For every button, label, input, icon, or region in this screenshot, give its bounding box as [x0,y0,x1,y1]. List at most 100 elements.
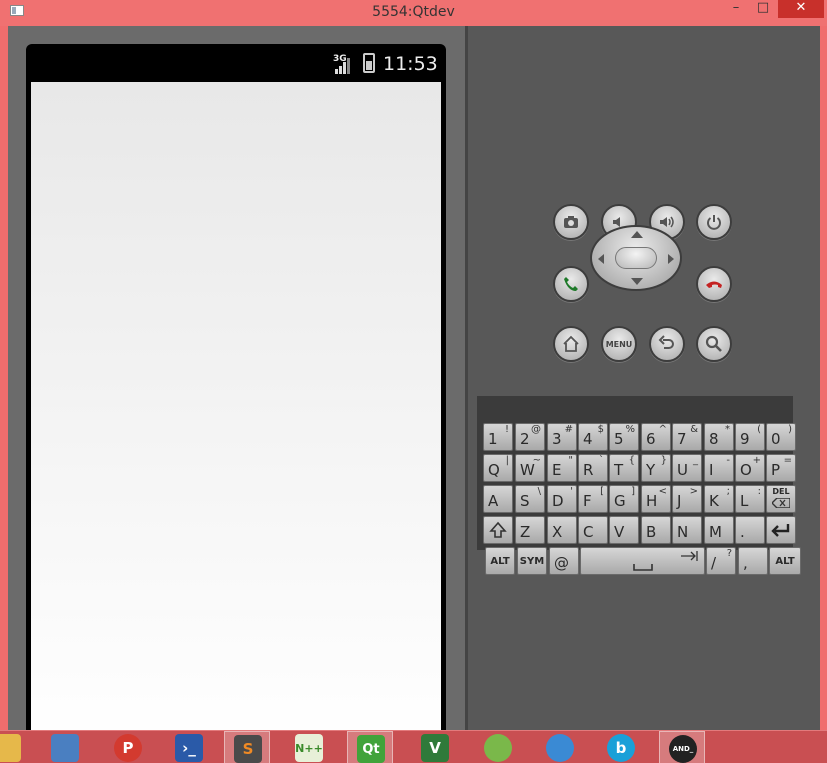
maximize-button[interactable]: □ [752,0,774,18]
taskbar-android-studio[interactable] [475,731,521,763]
taskbar-visual-studio[interactable]: V [412,731,458,763]
shift-icon [489,521,507,538]
call-button[interactable] [553,266,589,302]
device-pane: 3G 11:53 [8,26,465,744]
taskbar-qt-creator[interactable]: Qt [347,731,393,763]
key-7[interactable]: 7 & [672,423,702,451]
key-9[interactable]: 9( [735,423,765,451]
taskbar-file-explorer[interactable] [0,731,30,763]
status-bar: 3G 11:53 [26,44,446,82]
search-button[interactable] [696,326,732,362]
powershell-icon: ›_ [175,734,203,762]
home-button[interactable] [553,326,589,362]
end-call-icon [706,281,722,288]
key-8[interactable]: 8 * [704,423,734,451]
key-4[interactable]: 4 $ [578,423,608,451]
key-n[interactable]: N [672,516,702,544]
power-icon [707,215,721,230]
key-a[interactable]: A [483,485,513,513]
key-c[interactable]: C [578,516,608,544]
key-2[interactable]: 2 @ [515,423,545,451]
signal-icon [335,58,350,74]
taskbar-android-emulator[interactable]: AND_ [659,731,705,763]
key-1[interactable]: 1! [483,423,513,451]
key-s[interactable]: S \ [515,485,545,513]
device-screen[interactable] [31,82,441,744]
key-q[interactable]: Q | [483,454,513,482]
key-period[interactable]: . [735,516,765,544]
taskbar-virtualbox[interactable] [42,731,88,763]
hardware-keyboard: 1! 2 @ 3 # 4 $ 5% 6 ^ 7 & 8 * 9( 0) Q | W ~ E " R… [477,396,796,550]
end-call-button[interactable] [696,266,732,302]
phone-skin: 3G 11:53 [26,44,446,744]
emulator-client-area: 3G 11:53 [8,26,820,744]
key-z[interactable]: Z [515,516,545,544]
comma-key[interactable]: , [738,547,768,575]
menu-button[interactable]: MENU [601,326,637,362]
dpad-left-icon[interactable] [598,254,604,264]
globe-icon [546,734,574,762]
key-v[interactable]: V [609,516,639,544]
dpad-down-icon[interactable] [631,278,643,285]
alt-right-key[interactable]: ALT [769,547,801,575]
key-l[interactable]: L: [735,485,765,513]
phone-call-icon [564,277,578,291]
delete-key[interactable]: DEL [766,485,796,513]
key-d[interactable]: D ' [547,485,577,513]
visual-studio-icon: V [421,734,449,762]
delete-key-label: DEL [772,487,790,496]
power-button[interactable] [696,204,732,240]
key-5[interactable]: 5% [609,423,639,451]
at-key[interactable]: @ [549,547,579,575]
key-o[interactable]: O + [735,454,765,482]
key-u[interactable]: U _ [672,454,702,482]
key-m[interactable]: M [704,516,734,544]
key-6[interactable]: 6 ^ [641,423,671,451]
enter-key[interactable] [766,516,796,544]
taskbar-network[interactable] [537,731,583,763]
key-y[interactable]: Y} [641,454,671,482]
android-studio-icon [484,734,512,762]
key-p[interactable]: P = [766,454,796,482]
battery-icon [363,53,375,73]
sym-key[interactable]: SYM [517,547,547,575]
shift-key[interactable] [483,516,513,544]
status-time: 11:53 [383,53,438,75]
pane-divider [465,26,468,736]
back-icon [658,335,674,349]
key-h[interactable]: H < [641,485,671,513]
key-j[interactable]: J > [672,485,702,513]
key-t[interactable]: T{ [609,454,639,482]
key-f[interactable]: F[ [578,485,608,513]
taskbar-bing[interactable]: b [598,731,644,763]
close-button[interactable]: ✕ [778,0,824,18]
key-e[interactable]: E " [547,454,577,482]
taskbar-sublime-text[interactable]: S [224,731,270,763]
dpad-center-button[interactable] [615,247,657,269]
dpad-right-icon[interactable] [668,254,674,264]
key-3[interactable]: 3 # [547,423,577,451]
space-key[interactable] [580,547,705,575]
minimize-button[interactable]: – [725,0,747,18]
dpad-up-icon[interactable] [631,231,643,238]
key-g[interactable]: G] [609,485,639,513]
psiphon-icon: P [114,734,142,762]
key-x[interactable]: X [547,516,577,544]
dpad[interactable] [590,225,682,291]
key-i[interactable]: I- [704,454,734,482]
slash-key[interactable]: /? [706,547,736,575]
key-k[interactable]: K; [704,485,734,513]
taskbar-notepad-plus-plus[interactable]: N++ [286,731,332,763]
key-w[interactable]: W ~ [515,454,545,482]
key-0[interactable]: 0) [766,423,796,451]
sublime-text-icon: S [234,735,262,763]
key-b[interactable]: B [641,516,671,544]
camera-button[interactable] [553,204,589,240]
key-r[interactable]: R ` [578,454,608,482]
alt-left-key[interactable]: ALT [485,547,515,575]
backspace-icon [772,497,790,508]
taskbar-psiphon[interactable]: P [105,731,151,763]
camera-icon [564,216,578,228]
taskbar-powershell[interactable]: ›_ [166,731,212,763]
back-button[interactable] [649,326,685,362]
